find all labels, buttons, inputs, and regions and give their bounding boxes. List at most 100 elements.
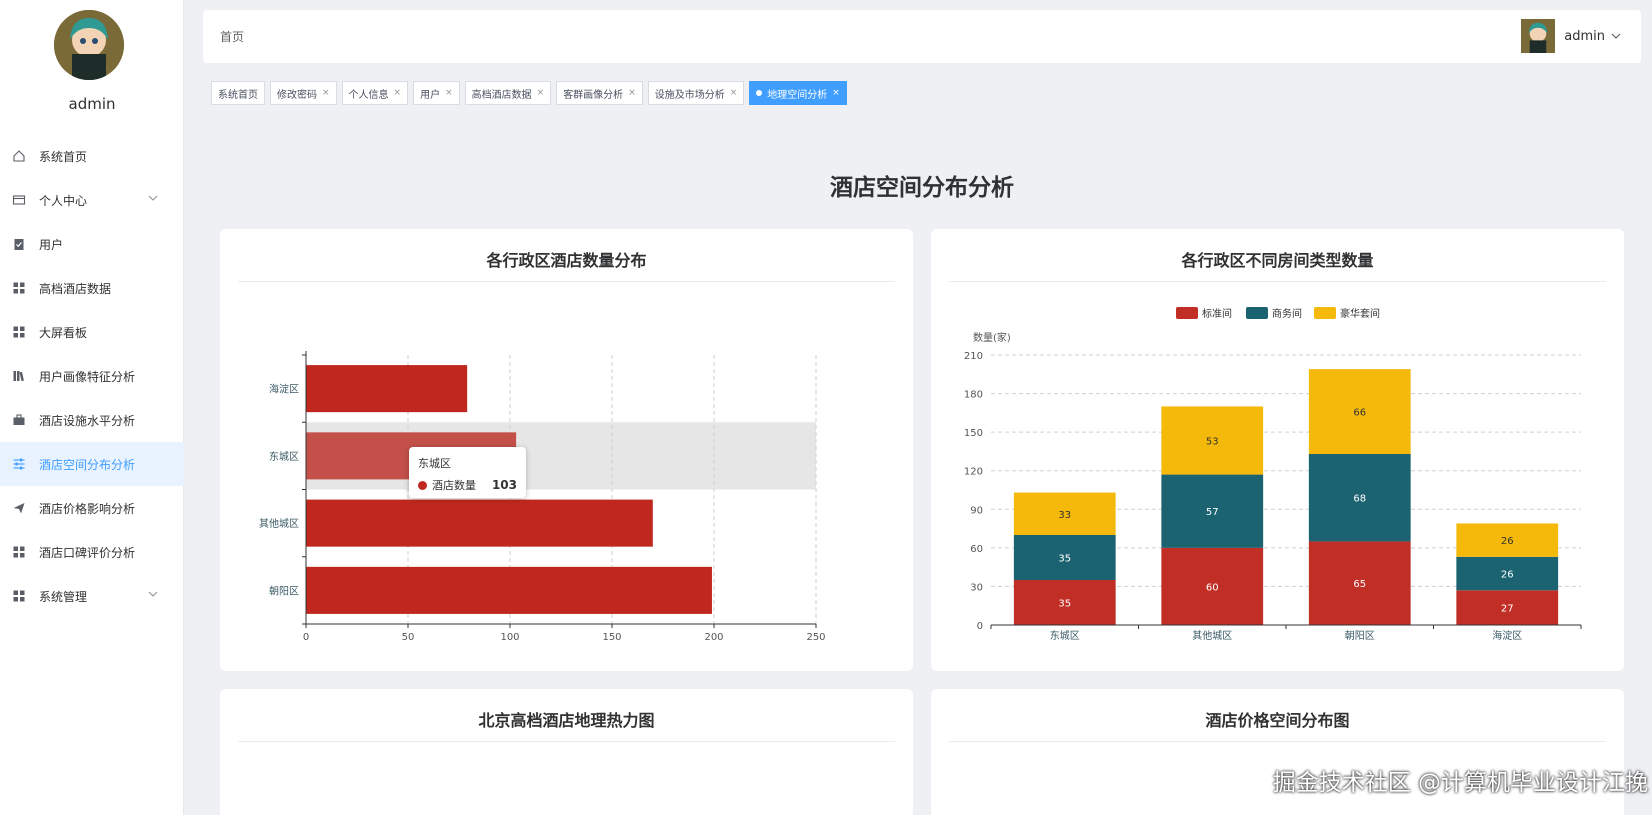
legend-label: 标准间 [1202, 307, 1232, 320]
tag-5[interactable]: 客群画像分析 × [556, 81, 643, 105]
sidebar-item-6[interactable]: 酒店设施水平分析 [0, 398, 184, 442]
tag-0[interactable]: 系统首页 [211, 81, 265, 105]
close-icon[interactable]: × [445, 88, 453, 98]
y-tick-label: 90 [970, 505, 983, 516]
x-tick-label: 海淀区 [1492, 629, 1522, 642]
y-tick-label: 朝阳区 [269, 585, 299, 597]
chevron-down-icon [148, 192, 158, 202]
x-tick-label: 东城区 [1050, 629, 1080, 642]
card-divider [949, 741, 1606, 742]
sidebar-item-4[interactable]: 大屏看板 [0, 310, 184, 354]
sidebar-item-9[interactable]: 酒店口碑评价分析 [0, 530, 184, 574]
card-title: 酒店价格空间分布图 [1205, 711, 1350, 730]
y-tick-label: 150 [964, 428, 983, 439]
watermark: 掘金技术社区 @计算机毕业设计江挽 [1272, 770, 1648, 796]
header-username[interactable]: admin [1564, 29, 1605, 44]
avatar[interactable] [54, 10, 124, 80]
grid-icon [12, 545, 26, 559]
y-tick-label: 东城区 [269, 450, 299, 463]
sidebar-menu: 系统首页个人中心用户高档酒店数据大屏看板 用户画像特征分析酒店设施水平分析 酒店空间… [0, 134, 184, 618]
sidebar-item-8[interactable]: 酒店价格影响分析 [0, 486, 184, 530]
header-avatar[interactable] [1521, 19, 1556, 53]
sidebar-item-10[interactable]: 系统管理 [0, 574, 184, 618]
sidebar-item-label: 高档酒店数据 [39, 281, 112, 296]
x-tick-label: 150 [602, 632, 621, 643]
y-tick-label: 海淀区 [269, 383, 299, 396]
clipboard-icon [12, 237, 26, 251]
home-icon [12, 149, 26, 163]
sidebar-item-label: 酒店口碑评价分析 [39, 545, 136, 560]
y-tick-label: 其他城区 [259, 517, 299, 530]
tag-2[interactable]: 个人信息 × [341, 81, 409, 105]
tag-label: 用户 [420, 89, 441, 101]
data-label: 27 [1501, 604, 1514, 615]
sidebar: admin 系统首页个人中心用户高档酒店数据大屏看板 用户画像特征分析酒店设施水平… [0, 0, 184, 815]
chevron-down-icon[interactable] [1611, 31, 1621, 41]
y-tick-label: 0 [977, 621, 983, 632]
x-tick-label: 200 [704, 632, 723, 643]
tag-label: 系统首页 [218, 89, 258, 101]
data-label: 65 [1353, 579, 1366, 590]
sidebar-item-3[interactable]: 高档酒店数据 [0, 266, 184, 310]
tag-3[interactable]: 用户 × [413, 81, 460, 105]
sidebar-item-label: 个人中心 [39, 193, 88, 208]
close-icon[interactable]: × [394, 88, 402, 98]
data-label: 53 [1206, 437, 1219, 448]
close-icon[interactable]: × [322, 88, 330, 98]
tag-label: 设施及市场分析 [654, 89, 725, 101]
tags-view: 系统首页 修改密码 × 个人信息 × 用户 × 高档酒店数据 × 客群画像分析 × 设施及市场分析 × 地… [211, 81, 852, 105]
header-avatar-illustration [1521, 19, 1556, 53]
grid-icon [12, 589, 26, 603]
data-label: 35 [1058, 554, 1071, 565]
data-label: 33 [1058, 510, 1071, 521]
data-label: 60 [1206, 582, 1219, 593]
sidebar-username: admin [68, 95, 116, 113]
tooltip-row: 酒店数量 103 [418, 477, 517, 493]
tag-label: 地理空间分析 [767, 89, 828, 101]
data-label: 57 [1206, 507, 1219, 518]
x-tick-label: 其他城区 [1192, 629, 1232, 642]
sidebar-item-7[interactable]: 酒店空间分布分析 [0, 442, 184, 486]
x-tick-label: 50 [402, 632, 415, 643]
district-hotel-count-chart[interactable]: 海淀区东城区其他城区朝阳区 0 50 100 150 200 250 [220, 229, 913, 671]
sidebar-item-label: 酒店空间分布分析 [39, 457, 136, 472]
data-label: 66 [1353, 408, 1366, 419]
sidebar-item-0[interactable]: 系统首页 [0, 134, 184, 178]
bar [306, 365, 468, 413]
briefcase-icon [12, 413, 26, 427]
x-tick-label: 0 [303, 632, 309, 643]
tag-7[interactable]: 地理空间分析 × [749, 81, 847, 105]
sidebar-item-label: 酒店价格影响分析 [39, 501, 136, 516]
tag-label: 个人信息 [348, 89, 389, 101]
room-type-stacked-chart[interactable]: 标准间 商务间 豪华套间数量(家) 0 30 60 90 120 150 180 210 35 35 33… [931, 229, 1624, 671]
breadcrumb[interactable]: 首页 [220, 28, 244, 45]
legend-swatch [1176, 307, 1198, 319]
tag-6[interactable]: 设施及市场分析 × [647, 81, 745, 105]
close-icon[interactable]: × [730, 88, 738, 98]
close-icon[interactable]: × [537, 88, 545, 98]
avatar-illustration [54, 10, 124, 80]
data-label: 26 [1501, 570, 1514, 581]
user-dropdown[interactable]: admin [1521, 19, 1621, 53]
sidebar-item-5[interactable]: 用户画像特征分析 [0, 354, 184, 398]
tag-1[interactable]: 修改密码 × [270, 81, 337, 105]
data-label: 35 [1058, 599, 1071, 610]
bar [306, 499, 653, 547]
room-type-count-card: 各行政区不同房间类型数量 标准间 商务间 豪华套间 数量(家) 0 30 60 90 120 15… [931, 229, 1624, 671]
grid-icon [12, 325, 26, 339]
chevron-down-icon [148, 588, 158, 598]
close-icon[interactable]: × [628, 88, 636, 98]
sidebar-item-1[interactable]: 个人中心 [0, 178, 184, 222]
library-icon [12, 369, 26, 383]
legend-swatch [1246, 307, 1268, 319]
card-divider [238, 741, 895, 742]
tag-label: 修改密码 [277, 89, 317, 101]
sidebar-item-label: 酒店设施水平分析 [39, 413, 136, 428]
y-axis-label: 数量(家) [973, 331, 1011, 344]
x-tick-label: 朝阳区 [1345, 630, 1375, 642]
sidebar-item-2[interactable]: 用户 [0, 222, 184, 266]
sidebar-item-label: 系统管理 [39, 589, 88, 604]
tag-4[interactable]: 高档酒店数据 × [464, 81, 552, 105]
close-icon[interactable]: × [832, 88, 840, 98]
page-title: 酒店空间分布分析 [830, 175, 1014, 201]
